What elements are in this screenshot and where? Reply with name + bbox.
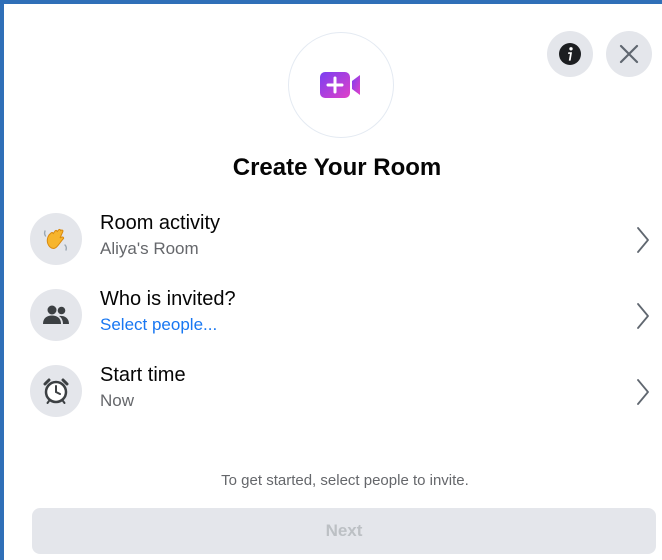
alarm-clock-icon bbox=[43, 378, 69, 404]
start-time-icon-container bbox=[30, 365, 82, 417]
chevron-right-icon bbox=[637, 379, 649, 405]
info-button[interactable] bbox=[547, 31, 593, 77]
room-icon-container bbox=[288, 32, 394, 138]
room-activity-row[interactable]: Room activity Aliya's Room bbox=[26, 206, 662, 274]
who-is-invited-icon-container bbox=[30, 289, 82, 341]
info-icon bbox=[559, 43, 581, 65]
close-icon bbox=[619, 44, 639, 64]
video-camera-plus-icon bbox=[320, 72, 360, 98]
create-room-dialog: Create Your Room Room activity Aliya's R… bbox=[0, 0, 662, 560]
who-is-invited-row[interactable]: Who is invited? Select people... bbox=[26, 282, 662, 350]
who-is-invited-label: Who is invited? bbox=[100, 288, 236, 310]
room-activity-value: Aliya's Room bbox=[100, 239, 199, 258]
close-button[interactable] bbox=[606, 31, 652, 77]
start-time-label: Start time bbox=[100, 364, 186, 386]
select-people-link[interactable]: Select people... bbox=[100, 315, 217, 335]
waving-hand-icon bbox=[43, 228, 68, 251]
people-icon bbox=[43, 305, 69, 324]
dialog-title: Create Your Room bbox=[232, 154, 442, 181]
room-activity-label: Room activity bbox=[100, 212, 221, 234]
room-activity-icon-container bbox=[30, 213, 82, 265]
start-time-row[interactable]: Start time Now bbox=[26, 358, 662, 426]
next-button[interactable]: Next bbox=[32, 508, 656, 554]
chevron-right-icon bbox=[637, 303, 649, 329]
chevron-right-icon bbox=[637, 227, 649, 253]
hint-text: To get started, select people to invite. bbox=[221, 472, 469, 489]
start-time-value: Now bbox=[100, 391, 135, 410]
